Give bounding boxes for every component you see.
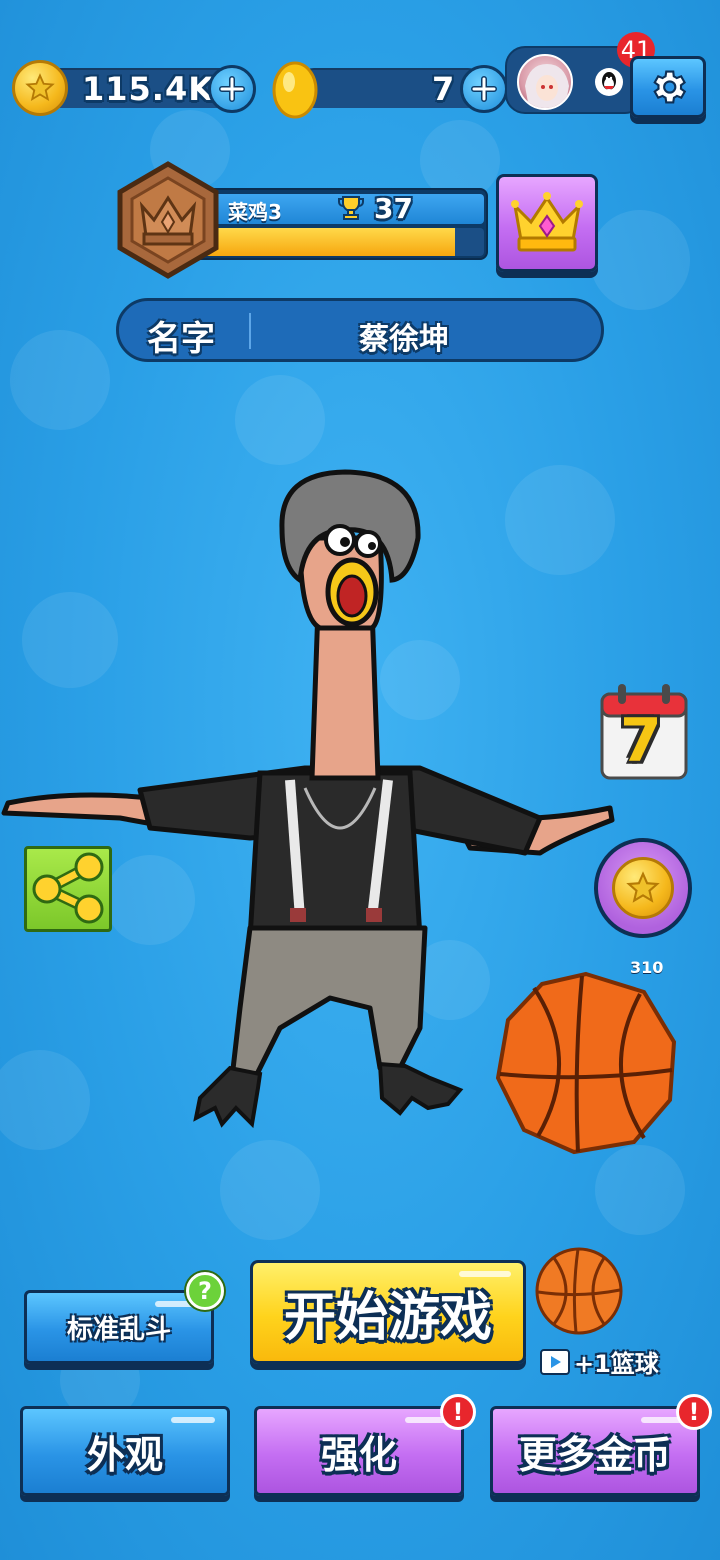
coin-reward-button[interactable] (594, 838, 692, 938)
rank-panel[interactable]: 菜鸡3 37 (190, 188, 488, 260)
gem-icon (270, 60, 320, 120)
start-game-button[interactable]: 开始游戏 (250, 1260, 526, 1364)
name-divider (249, 313, 251, 349)
trophy-icon (338, 196, 364, 220)
calendar-day: 7 (620, 706, 662, 776)
player-name[interactable]: 蔡徐坤 (359, 314, 449, 358)
ball-reward-label-row[interactable]: +1篮球 (540, 1344, 659, 1379)
upgrade-label: 强化 (320, 1432, 397, 1477)
video-icon (540, 1348, 570, 1375)
share-icon (32, 852, 104, 924)
share-button[interactable] (24, 846, 112, 932)
appearance-button[interactable]: 外观 (20, 1406, 230, 1496)
more-coins-alert-icon: ! (676, 1394, 712, 1430)
basketball-icon[interactable] (494, 970, 678, 1156)
coin-count: 115.4K (82, 70, 215, 108)
avatar[interactable] (517, 54, 573, 110)
button-gloss (171, 1417, 215, 1423)
more-coins-button[interactable]: 更多金币 (490, 1406, 700, 1496)
basketball-reward-icon[interactable] (532, 1244, 626, 1338)
ball-reward-label: +1篮球 (574, 1350, 659, 1378)
daily-calendar-button[interactable]: 7 (598, 682, 690, 780)
crown-icon (511, 192, 583, 252)
appearance-label: 外观 (86, 1432, 163, 1477)
button-gloss (459, 1271, 511, 1277)
rank-badge-icon (112, 160, 224, 280)
help-icon[interactable]: ? (186, 1272, 224, 1310)
crown-rewards-button[interactable] (496, 174, 598, 272)
coin-icon (12, 60, 68, 116)
qq-icon (595, 68, 623, 96)
add-gems-button[interactable] (460, 65, 508, 113)
upgrade-button[interactable]: 强化 (254, 1406, 464, 1496)
gem-bar (296, 68, 486, 108)
start-game-label: 开始游戏 (283, 1287, 492, 1348)
more-coins-label: 更多金币 (518, 1432, 671, 1477)
gem-count: 7 (432, 70, 455, 108)
plus-icon (219, 76, 245, 102)
rank-title: 菜鸡3 (228, 200, 282, 224)
upgrade-alert-icon: ! (440, 1394, 476, 1430)
game-mode-button[interactable]: 标准乱斗 (24, 1290, 214, 1364)
settings-button[interactable] (630, 56, 706, 118)
trophy-count: 37 (374, 192, 413, 225)
gear-icon (653, 70, 687, 104)
rank-progress-track (196, 228, 484, 256)
game-mode-label: 标准乱斗 (66, 1314, 171, 1345)
rank-progress-fill (196, 228, 456, 256)
add-coins-button[interactable] (208, 65, 256, 113)
name-bar[interactable]: 名字 蔡徐坤 (116, 298, 604, 362)
name-label: 名字 (147, 319, 215, 359)
coin-reward-icon (612, 857, 674, 919)
plus-icon (471, 76, 497, 102)
